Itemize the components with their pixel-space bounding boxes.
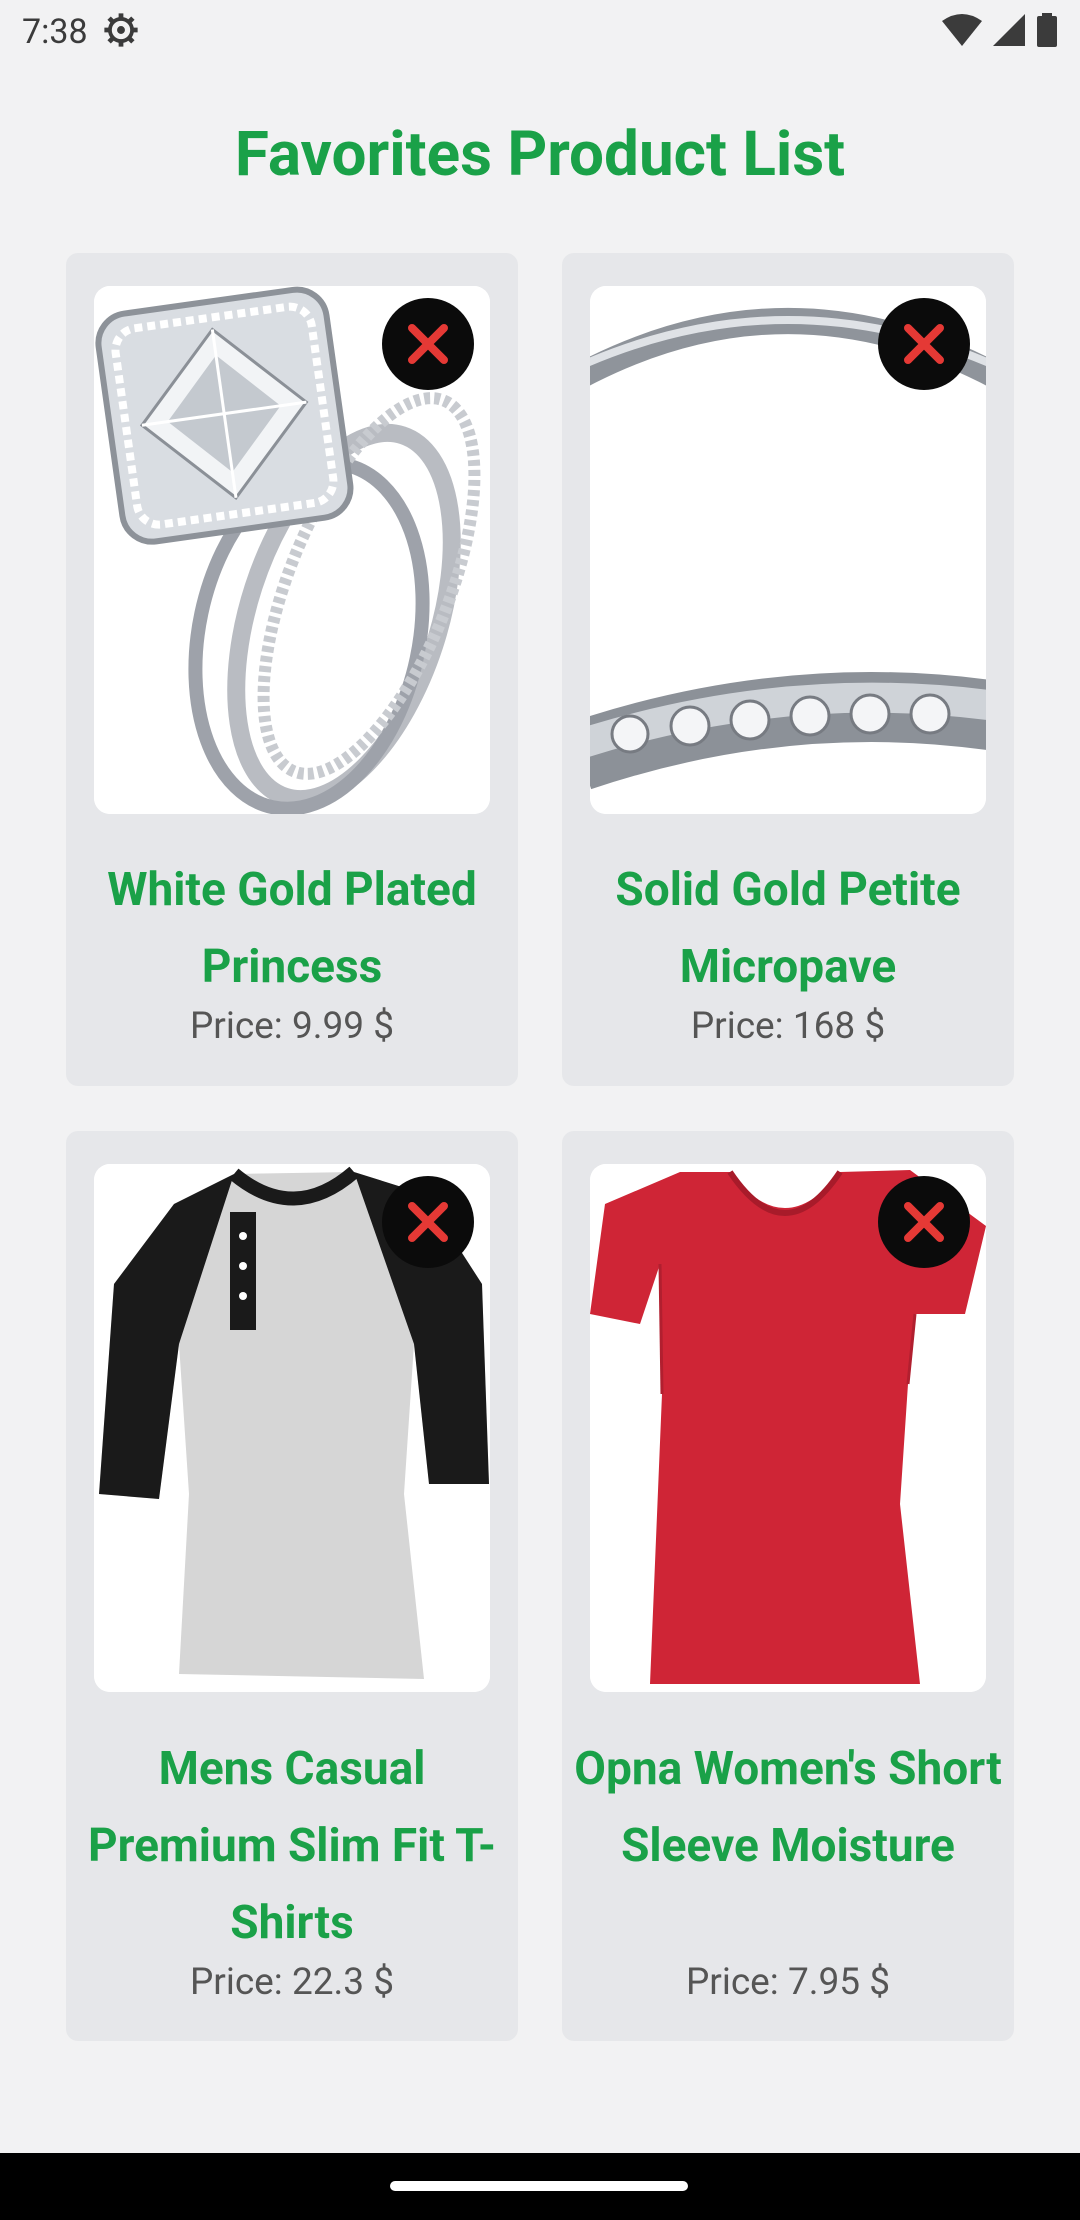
product-name[interactable]: Solid Gold Petite Micropave (574, 852, 1002, 1006)
remove-favorite-button[interactable] (382, 298, 474, 390)
remove-favorite-button[interactable] (878, 298, 970, 390)
product-price: Price: 168 $ (690, 1005, 886, 1048)
navigation-bar (0, 2153, 1080, 2220)
product-image[interactable] (590, 286, 986, 814)
product-name[interactable]: Mens Casual Premium Slim Fit T-Shirts (78, 1731, 506, 1962)
product-image[interactable] (590, 1164, 986, 1692)
product-image[interactable] (94, 286, 490, 814)
product-image[interactable] (94, 1164, 490, 1692)
product-name[interactable]: White Gold Plated Princess (78, 852, 506, 1006)
product-name[interactable]: Opna Women's Short Sleeve Moisture (574, 1731, 1002, 1885)
product-price: Price: 9.99 $ (189, 1005, 395, 1048)
screen: 7:38 Favorites Product List White Gold P… (0, 0, 1080, 2220)
product-card[interactable]: Mens Casual Premium Slim Fit T-Shirts Pr… (66, 1131, 518, 2041)
favorites-grid: White Gold Plated Princess Price: 9.99 $ (0, 0, 1080, 2220)
close-icon (406, 1200, 450, 1244)
product-card[interactable]: White Gold Plated Princess Price: 9.99 $ (66, 253, 518, 1086)
close-icon (902, 1200, 946, 1244)
close-icon (406, 322, 450, 366)
product-card[interactable]: Opna Women's Short Sleeve Moisture Price… (562, 1131, 1014, 2041)
product-price: Price: 7.95 $ (685, 1961, 891, 2004)
home-gesture-handle[interactable] (390, 2181, 688, 2191)
product-card[interactable]: Solid Gold Petite Micropave Price: 168 $ (562, 253, 1014, 1086)
remove-favorite-button[interactable] (878, 1176, 970, 1268)
product-price: Price: 22.3 $ (189, 1961, 395, 2004)
close-icon (902, 322, 946, 366)
remove-favorite-button[interactable] (382, 1176, 474, 1268)
